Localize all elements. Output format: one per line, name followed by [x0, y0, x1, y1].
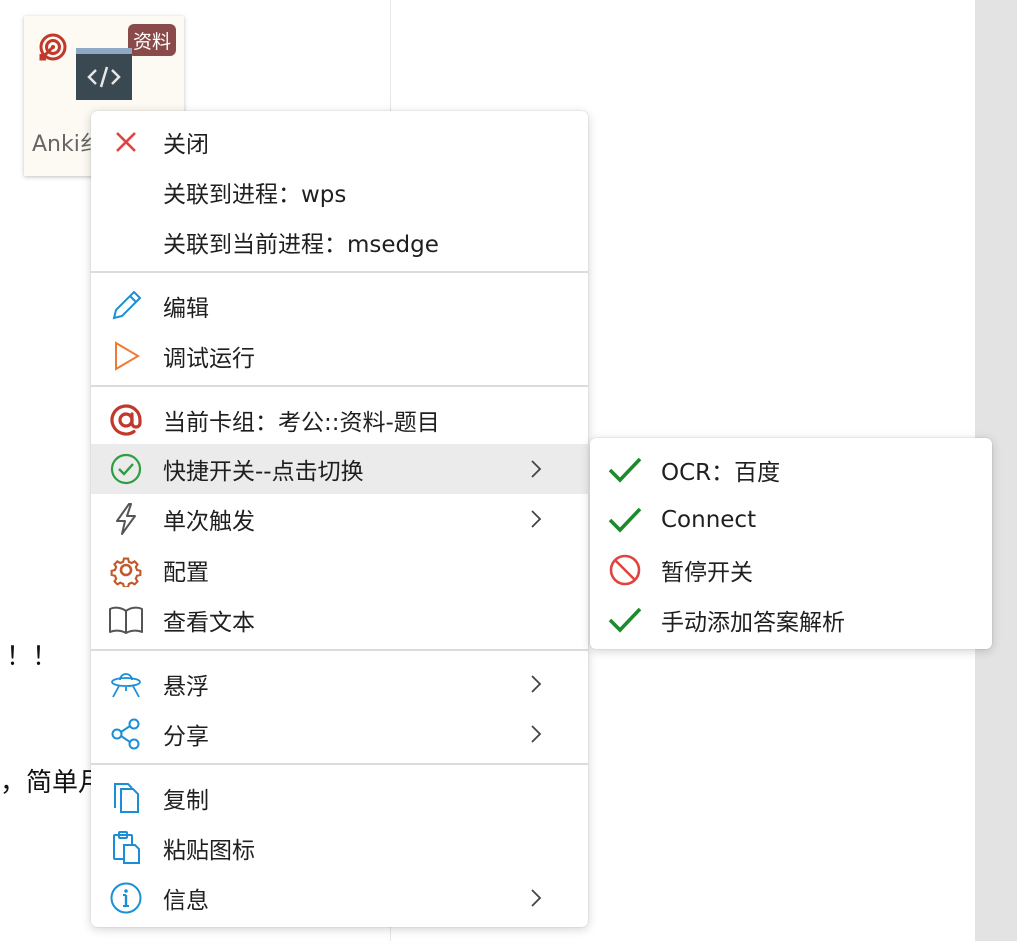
- paste-icon: [108, 830, 144, 866]
- submenu-item-manual-answer[interactable]: 手动添加答案解析: [590, 595, 992, 645]
- menu-item-copy[interactable]: 复制: [91, 773, 588, 823]
- menu-item-quick-toggle[interactable]: 快捷开关--点击切换: [91, 444, 588, 494]
- background-text-fragment: ，简单月: [0, 768, 105, 798]
- menu-item-paste-icon[interactable]: 粘贴图标: [91, 823, 588, 873]
- chevron-right-icon: [531, 889, 542, 907]
- menu-item-label: 快捷开关--点击切换: [163, 459, 364, 485]
- play-icon: [108, 338, 144, 374]
- menu-item-label: 调试运行: [163, 346, 255, 372]
- menu-item-share[interactable]: 分享: [91, 709, 588, 759]
- prohibited-icon: [607, 552, 643, 588]
- menu-separator: [91, 385, 588, 387]
- share-icon: [108, 716, 144, 752]
- menu-item-label: 编辑: [163, 296, 209, 322]
- tile-badge: 资料: [128, 24, 176, 56]
- target-icon: [39, 33, 67, 61]
- menu-item-label: 关闭: [163, 132, 209, 158]
- menu-item-label: 单次触发: [163, 509, 255, 535]
- submenu-item-label: OCR：百度: [661, 460, 781, 486]
- chevron-right-icon: [531, 675, 542, 693]
- menu-item-link-process[interactable]: 关联到进程：wps: [91, 167, 588, 217]
- lightning-icon: [108, 501, 144, 537]
- menu-separator: [91, 271, 588, 273]
- gear-icon: [108, 552, 144, 588]
- menu-item-close[interactable]: 关闭: [91, 117, 588, 167]
- menu-item-single-trigger[interactable]: 单次触发: [91, 494, 588, 544]
- menu-separator: [91, 763, 588, 765]
- submenu-item-label: Connect: [661, 507, 757, 533]
- chevron-right-icon: [531, 460, 542, 478]
- context-menu: 关闭 关联到进程：wps 关联到当前进程：msedge 编辑 调试运行 当前卡组…: [91, 111, 588, 927]
- checkmark-icon: [607, 502, 643, 538]
- menu-item-label: 关联到当前进程：msedge: [163, 232, 439, 258]
- menu-item-float[interactable]: 悬浮: [91, 659, 588, 709]
- copy-icon: [108, 780, 144, 816]
- submenu-item-connect[interactable]: Connect: [590, 495, 992, 545]
- menu-item-config[interactable]: 配置: [91, 545, 588, 595]
- at-icon: [108, 402, 144, 438]
- submenu-item-label: 暂停开关: [661, 560, 753, 586]
- submenu-item-ocr[interactable]: OCR：百度: [590, 445, 992, 495]
- menu-item-label: 信息: [163, 888, 209, 914]
- close-icon: [108, 124, 144, 160]
- check-circle-icon: [108, 451, 144, 487]
- checkmark-icon: [607, 602, 643, 638]
- checkmark-icon: [607, 452, 643, 488]
- menu-item-view-text[interactable]: 查看文本: [91, 595, 588, 645]
- background-text-fragment: ！！: [6, 642, 59, 672]
- menu-item-label: 分享: [163, 724, 209, 750]
- book-icon: [108, 602, 144, 638]
- menu-item-label: 查看文本: [163, 610, 255, 636]
- menu-item-label: 关联到进程：wps: [163, 182, 347, 208]
- menu-item-label: 复制: [163, 788, 209, 814]
- menu-item-info[interactable]: 信息: [91, 873, 588, 923]
- menu-item-debug-run[interactable]: 调试运行: [91, 331, 588, 381]
- quick-toggle-submenu: OCR：百度 Connect 暂停开关 手动添加答案解析: [590, 438, 992, 649]
- code-window-icon: [76, 48, 132, 100]
- chevron-right-icon: [531, 725, 542, 743]
- menu-item-label: 粘贴图标: [163, 838, 255, 864]
- menu-item-current-deck[interactable]: 当前卡组：考公::资料-题目: [91, 395, 588, 445]
- submenu-item-pause[interactable]: 暂停开关: [590, 545, 992, 595]
- pencil-icon: [108, 288, 144, 324]
- menu-item-link-current-process[interactable]: 关联到当前进程：msedge: [91, 217, 588, 267]
- submenu-item-label: 手动添加答案解析: [661, 610, 845, 636]
- menu-item-label: 悬浮: [163, 674, 209, 700]
- menu-item-label: 配置: [163, 560, 209, 586]
- menu-item-label: 当前卡组：考公::资料-题目: [163, 410, 440, 436]
- info-icon: [108, 880, 144, 916]
- chevron-right-icon: [531, 510, 542, 528]
- menu-separator: [91, 649, 588, 651]
- ufo-icon: [108, 666, 144, 702]
- menu-item-edit[interactable]: 编辑: [91, 281, 588, 331]
